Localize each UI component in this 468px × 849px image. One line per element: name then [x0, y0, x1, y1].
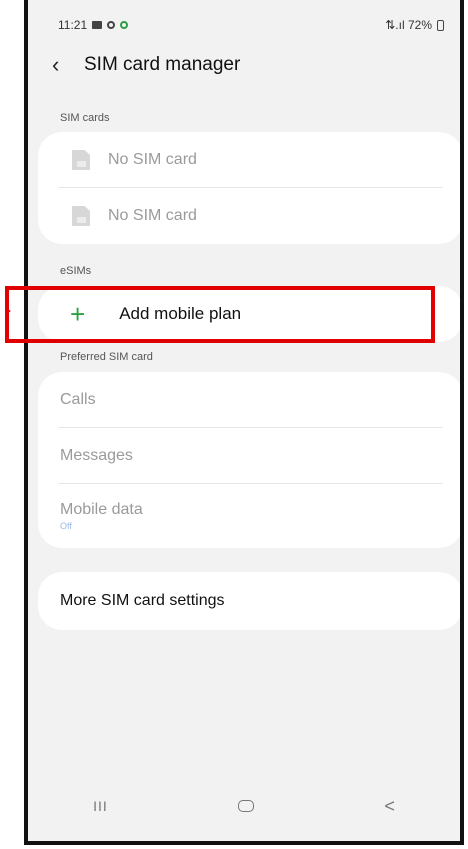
- more-sim-card-settings-button[interactable]: More SIM card settings: [38, 572, 460, 630]
- preferred-sim-card: Calls Messages Mobile data Off: [38, 372, 460, 548]
- recent-apps-icon[interactable]: III: [93, 798, 108, 814]
- sim-cards-card: No SIM card No SIM card: [38, 132, 460, 244]
- messages-label: Messages: [60, 447, 133, 464]
- sim-card-row-1[interactable]: No SIM card: [38, 132, 460, 188]
- nav-back-icon[interactable]: <: [384, 796, 395, 817]
- app-header: ‹ SIM card manager: [52, 50, 240, 80]
- sim-card-icon: [72, 206, 90, 226]
- navigation-bar: III <: [28, 791, 460, 821]
- calls-row[interactable]: Calls: [38, 372, 460, 428]
- sim-cards-section-label: SIM cards: [60, 112, 110, 124]
- sim-card-label: No SIM card: [108, 151, 197, 168]
- mobile-data-status: Off: [60, 521, 72, 531]
- page-title: SIM card manager: [84, 54, 241, 75]
- green-notification-icon: [120, 21, 129, 29]
- more-sim-card-settings-label: More SIM card settings: [60, 592, 225, 609]
- sim-card-row-2[interactable]: No SIM card: [38, 188, 460, 244]
- highlight-box: [5, 286, 435, 343]
- sim-card-icon: [72, 150, 90, 170]
- home-icon[interactable]: [238, 800, 255, 812]
- messages-row[interactable]: Messages: [38, 428, 460, 484]
- mobile-data-row[interactable]: Mobile data Off: [38, 484, 460, 548]
- battery-icon: [437, 19, 444, 31]
- phone-frame: 11:21 ⇅.ıl 72% ‹ SIM card manager SIM ca…: [24, 0, 464, 845]
- signal-battery-text: ⇅.ıl 72%: [385, 18, 432, 32]
- status-bar: 11:21 ⇅.ıl 72%: [58, 14, 444, 36]
- preferred-sim-section-label: Preferred SIM card: [60, 351, 153, 363]
- esims-section-label: eSIMs: [60, 265, 92, 277]
- mobile-data-label: Mobile data: [60, 501, 143, 518]
- sim-card-label: No SIM card: [108, 207, 197, 224]
- back-arrow-icon[interactable]: ‹: [52, 54, 68, 76]
- gallery-notification-icon: [92, 21, 103, 29]
- status-time: 11:21: [58, 18, 88, 32]
- more-settings-card: More SIM card settings: [38, 572, 460, 630]
- settings-notification-icon: [107, 21, 116, 29]
- calls-label: Calls: [60, 391, 96, 408]
